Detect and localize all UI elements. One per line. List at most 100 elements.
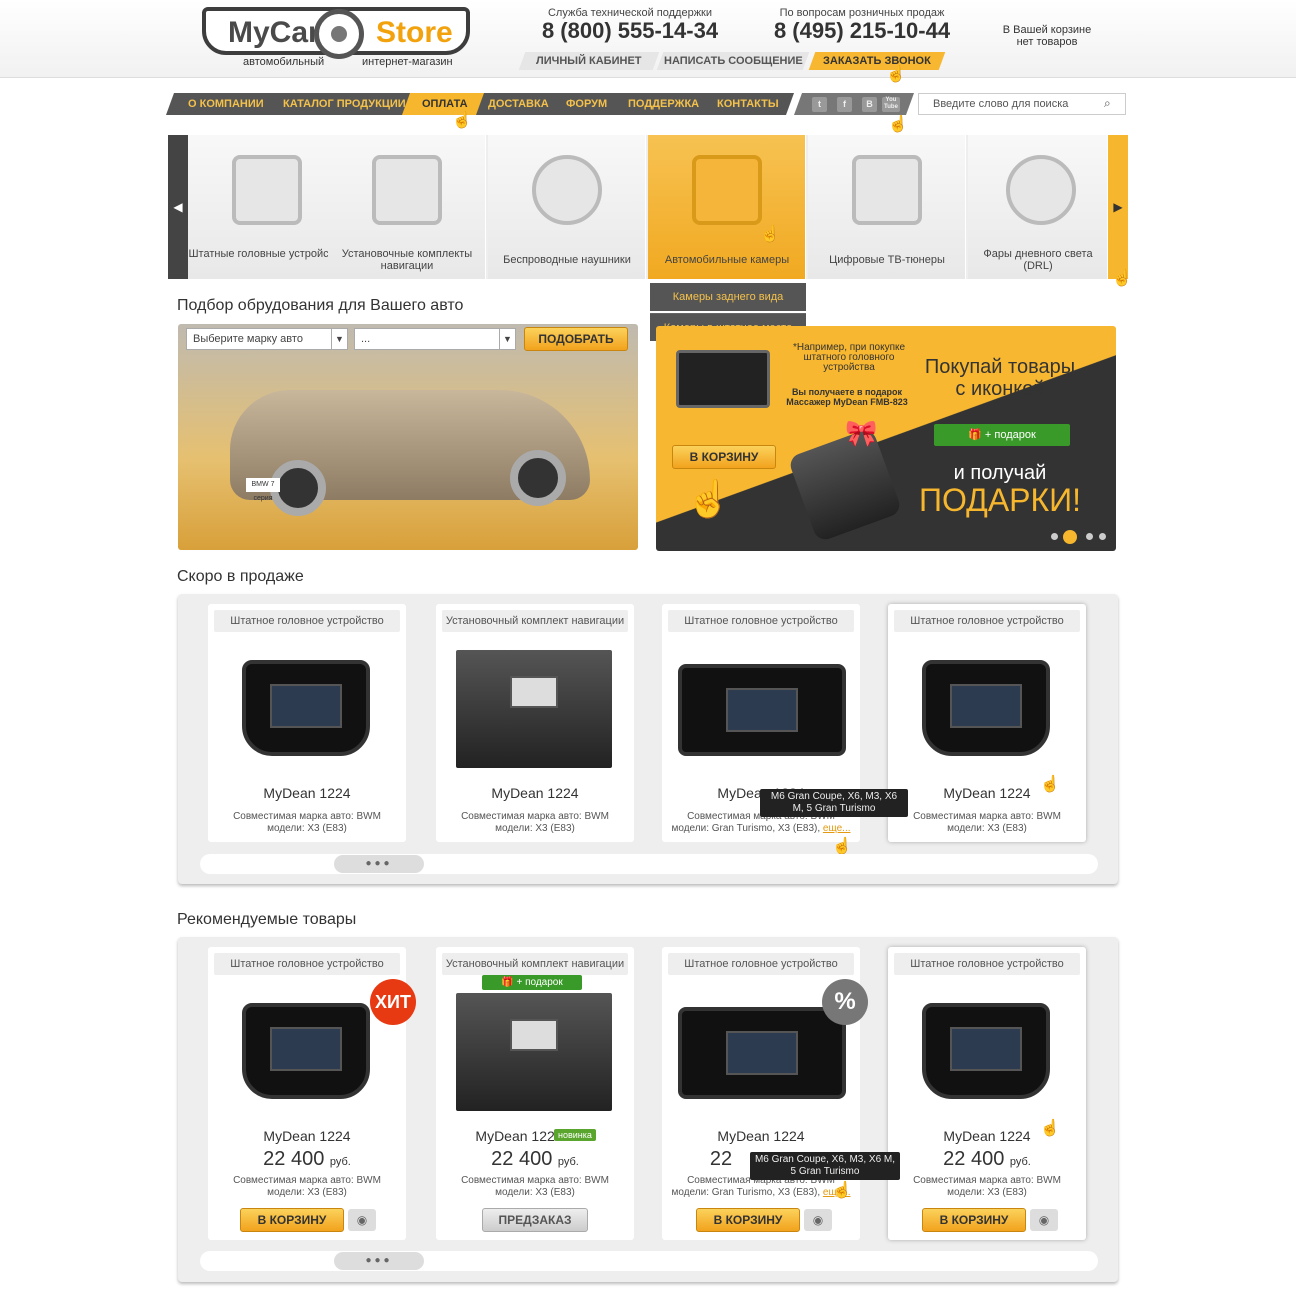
cursor-hand-icon: ☝: [832, 838, 852, 855]
search-input[interactable]: Введите слово для поиска: [918, 93, 1126, 115]
hit-badge: ХИТ: [370, 979, 416, 1025]
cart-status[interactable]: В Вашей корзине нет товаров: [990, 24, 1104, 48]
head-unit-icon: [232, 155, 302, 225]
add-to-cart-button[interactable]: В КОРЗИНУ: [922, 1208, 1026, 1232]
logo[interactable]: MyCar Store: [202, 7, 470, 59]
product-desc: модели: X3 (E83): [267, 1187, 347, 1198]
product-models: модели: Gran Turismo, X3 (E83),: [671, 823, 821, 834]
product-name[interactable]: MyDean 1224: [662, 1128, 860, 1144]
product-desc: модели: X3 (E83): [947, 823, 1027, 834]
category-label: Фары дневного света (DRL): [983, 248, 1093, 272]
more-link[interactable]: еще...: [823, 823, 851, 834]
product-name[interactable]: MyDean 1224: [436, 785, 634, 801]
cursor-hand-icon: ☝: [760, 226, 780, 243]
callback-button[interactable]: ЗАКАЗАТЬ ЗВОНОК: [808, 52, 946, 70]
nav-item-contacts[interactable]: КОНТАКТЫ: [717, 93, 779, 115]
quick-view-eye-icon[interactable]: ◉: [804, 1209, 832, 1231]
preorder-button[interactable]: ПРЕДЗАКАЗ: [482, 1208, 588, 1232]
product-desc: Совместимая марка авто: BWM: [913, 811, 1061, 822]
cursor-hand-icon: ☝: [886, 66, 906, 83]
product-image: [242, 660, 370, 756]
product-screen: [270, 1027, 342, 1071]
support-phone: 8 (800) 555-14-34: [541, 18, 719, 43]
submenu-rear-cameras[interactable]: Камеры заднего вида: [650, 283, 806, 311]
category-headphones[interactable]: Беспроводные наушники: [488, 135, 646, 279]
product-image: [678, 664, 846, 756]
models-tooltip: M6 Gran Coupe, X6, M3, X6 M, 5 Gran Turi…: [750, 1152, 900, 1180]
nav-kit-icon: [372, 155, 442, 225]
youtube-icon[interactable]: You Tube: [882, 97, 900, 112]
price-value: 22: [709, 1148, 733, 1170]
category-tv-tuners[interactable]: Цифровые ТВ-тюнеры: [808, 135, 966, 279]
promo-gift-label: + подарок: [984, 429, 1036, 441]
gift-icon: 🎁: [968, 429, 982, 441]
scrollbar-thumb[interactable]: ●●●: [334, 855, 424, 873]
new-badge: новинка: [554, 1129, 596, 1141]
product-screen: [510, 1019, 558, 1051]
product-desc: Совместимая марка авто: BWM: [461, 811, 609, 822]
slider-dot[interactable]: [1099, 533, 1106, 540]
message-button[interactable]: НАПИСАТЬ СООБЩЕНИЕ: [656, 52, 810, 70]
product-card[interactable]: Штатное головное устройство ХИТ MyDean 1…: [208, 947, 416, 1240]
product-image: [922, 1003, 1050, 1099]
headphones-icon: [532, 155, 602, 225]
product-card[interactable]: Штатное головное устройство MyDean 1224 …: [888, 604, 1086, 842]
product-desc: Совместимая марка авто: BWM: [913, 1175, 1061, 1186]
scrollbar-thumb[interactable]: ●●●: [334, 1252, 424, 1270]
card-category: Штатное головное устройство: [668, 610, 854, 632]
cursor-hand-icon: ☝: [452, 112, 472, 129]
pick-button[interactable]: ПОДОБРАТЬ: [524, 327, 628, 351]
brand-select[interactable]: Выберите марку авто ▼: [186, 328, 348, 350]
price-currency: руб.: [329, 1156, 351, 1168]
cursor-hand-icon: ☝: [832, 1182, 852, 1199]
nav-item-forum[interactable]: ФОРУМ: [566, 93, 607, 115]
product-card[interactable]: Штатное головное устройство MyDean 1224 …: [208, 604, 406, 842]
category-head-units[interactable]: Штатные головные устройства: [188, 135, 346, 279]
nav-item-catalog[interactable]: КАТАЛОГ ПРОДУКЦИИ: [283, 93, 406, 115]
product-card[interactable]: Установочный комплект навигации 🎁 + пода…: [436, 947, 634, 1240]
nav-item-delivery[interactable]: ДОСТАВКА: [488, 93, 549, 115]
product-card[interactable]: Установочный комплект навигации MyDean 1…: [436, 604, 634, 842]
cart-line1: В Вашей корзине: [1002, 24, 1092, 36]
vkontakte-icon[interactable]: В: [862, 97, 877, 112]
product-name[interactable]: MyDean 1224: [208, 1128, 406, 1144]
price-value: 22 400: [943, 1148, 1005, 1170]
category-cameras[interactable]: Автомобильные камеры: [648, 135, 806, 279]
add-to-cart-button[interactable]: В КОРЗИНУ: [240, 1208, 344, 1232]
product-image: [456, 650, 612, 768]
nav-item-company[interactable]: О КОМПАНИИ: [188, 93, 264, 115]
carousel-prev-arrow[interactable]: ◀: [168, 135, 188, 279]
quick-view-eye-icon[interactable]: ◉: [1030, 1209, 1058, 1231]
account-button[interactable]: ЛИЧНЫЙ КАБИНЕТ: [518, 52, 660, 70]
product-image: [456, 993, 612, 1111]
product-models: модели: Gran Turismo, X3 (E83),: [671, 1187, 821, 1198]
category-drl[interactable]: Фары дневного света (DRL): [968, 135, 1108, 279]
nav-item-support[interactable]: ПОДДЕРЖКА: [628, 93, 699, 115]
facebook-icon[interactable]: f: [837, 97, 852, 112]
product-screen: [270, 684, 342, 728]
product-name[interactable]: MyDean 1224: [208, 785, 406, 801]
promo-cart-button[interactable]: В КОРЗИНУ: [672, 445, 776, 469]
quick-view-eye-icon[interactable]: ◉: [348, 1209, 376, 1231]
add-to-cart-button[interactable]: В КОРЗИНУ: [696, 1208, 800, 1232]
search-icon[interactable]: ⌕: [1104, 96, 1111, 111]
model-select-value: ...: [361, 333, 371, 345]
brand-select-value: Выберите марку авто: [193, 333, 303, 345]
product-desc: модели: X3 (E83): [495, 823, 575, 834]
slider-dot[interactable]: [1086, 533, 1093, 540]
twitter-icon[interactable]: t: [812, 97, 827, 112]
promo-gift-badge: 🎁 + подарок: [934, 424, 1070, 446]
product-card[interactable]: Штатное головное устройство MyDean 1224 …: [888, 947, 1086, 1240]
product-desc: модели: Gran Turismo, X3 (E83), еще...: [662, 1187, 860, 1199]
retail-phone: 8 (495) 215-10-44: [773, 18, 951, 43]
slider-dot[interactable]: [1051, 533, 1058, 540]
category-nav-kits[interactable]: Установочные комплекты навигации: [328, 135, 486, 279]
model-select[interactable]: ... ▼: [354, 328, 516, 350]
product-card[interactable]: Штатное головное устройство % MyDean 122…: [662, 947, 868, 1240]
discount-badge: %: [822, 979, 868, 1025]
slider-dot-active[interactable]: [1063, 530, 1077, 544]
car-wheel: [510, 450, 566, 506]
cursor-hand-icon: ☝: [1040, 1120, 1060, 1137]
promo-gift-text: Вы получаете в подарок Массажер MyDean F…: [786, 387, 908, 407]
carousel-next-arrow[interactable]: ▶: [1108, 135, 1128, 279]
